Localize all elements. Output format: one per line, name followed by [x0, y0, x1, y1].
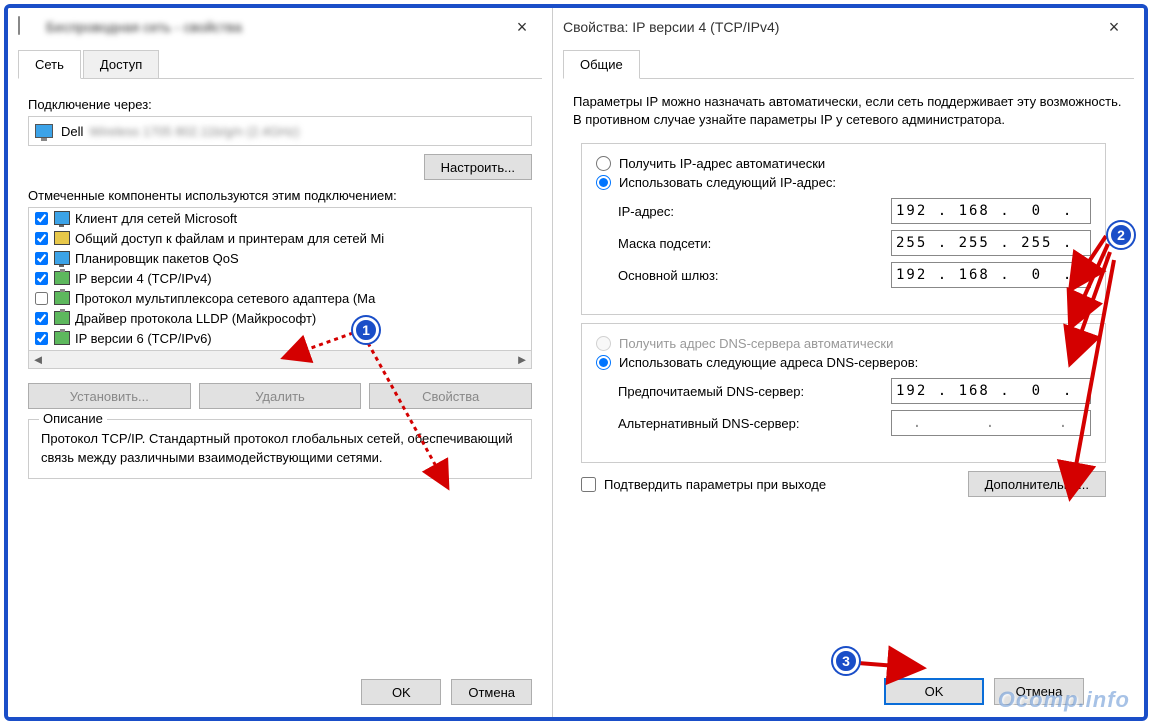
install-button[interactable]: Установить... [28, 383, 191, 409]
titlebar-right: Свойства: IP версии 4 (TCP/IPv4) × [553, 8, 1144, 46]
close-icon[interactable]: × [502, 17, 542, 38]
adapter-icon [54, 271, 70, 285]
ip-address-label: IP-адрес: [618, 204, 891, 219]
components-list[interactable]: Клиент для сетей Microsoft Общий доступ к… [28, 207, 532, 369]
component-item[interactable]: IP версии 4 (TCP/IPv4) [29, 268, 531, 288]
component-checkbox[interactable] [35, 292, 48, 305]
remove-button[interactable]: Удалить [199, 383, 362, 409]
dns2-label: Альтернативный DNS-сервер: [618, 416, 891, 431]
component-item[interactable]: Планировщик пакетов QoS [29, 248, 531, 268]
adapter-icon [54, 331, 70, 345]
component-item[interactable]: IP версии 6 (TCP/IPv6) [29, 328, 531, 348]
description-text: Протокол TCP/IP. Стандартный протокол гл… [41, 430, 519, 468]
info-text: Параметры IP можно назначать автоматичес… [573, 93, 1124, 129]
adapter-icon [54, 291, 70, 305]
tabs-left: Сеть Доступ [18, 46, 542, 79]
component-label: Протокол мультиплексора сетевого адаптер… [75, 291, 375, 306]
component-label: IP версии 6 (TCP/IPv6) [75, 331, 212, 346]
component-item[interactable]: Клиент для сетей Microsoft [29, 208, 531, 228]
adapter-icon [54, 311, 70, 325]
component-checkbox[interactable] [35, 332, 48, 345]
description-legend: Описание [39, 411, 107, 426]
green-icon [54, 211, 70, 225]
tab-general[interactable]: Общие [563, 50, 640, 79]
green-icon [54, 251, 70, 265]
gateway-label: Основной шлюз: [618, 268, 891, 283]
radio-manual-dns-label: Использовать следующие адреса DNS-сервер… [619, 355, 918, 370]
annotation-badge-1: 1 [353, 317, 379, 343]
tab-network[interactable]: Сеть [18, 50, 81, 79]
radio-manual-dns[interactable]: Использовать следующие адреса DNS-сервер… [596, 355, 1091, 370]
components-label: Отмеченные компоненты используются этим … [28, 188, 532, 203]
component-label: IP версии 4 (TCP/IPv4) [75, 271, 212, 286]
radio-auto-dns-label: Получить адрес DNS-сервера автоматически [619, 336, 893, 351]
annotation-badge-3: 3 [833, 648, 859, 674]
radio-manual-dns-input[interactable] [596, 355, 611, 370]
properties-button[interactable]: Свойства [369, 383, 532, 409]
tab-access[interactable]: Доступ [83, 50, 159, 79]
network-properties-dialog: Беспроводная сеть - свойства × Сеть Дост… [8, 8, 553, 717]
component-checkbox[interactable] [35, 312, 48, 325]
radio-manual-ip-input[interactable] [596, 175, 611, 190]
radio-manual-ip[interactable]: Использовать следующий IP-адрес: [596, 175, 1091, 190]
validate-checkbox[interactable] [581, 477, 596, 492]
component-label: Драйвер протокола LLDP (Майкрософт) [75, 311, 316, 326]
device-box: Dell Wireless 1705 802.11b/g/n (2.4GHz) [28, 116, 532, 146]
component-checkbox[interactable] [35, 212, 48, 225]
scroll-right-icon[interactable]: ► [513, 352, 531, 367]
adapter-icon [35, 124, 53, 138]
component-checkbox[interactable] [35, 272, 48, 285]
usb-icon [18, 17, 38, 37]
description-groupbox: Описание Протокол TCP/IP. Стандартный пр… [28, 419, 532, 479]
component-checkbox[interactable] [35, 232, 48, 245]
validate-label: Подтвердить параметры при выходе [604, 477, 826, 492]
component-item[interactable]: Драйвер протокола LLDP (Майкрософт) [29, 308, 531, 328]
watermark: Ocomp.info [998, 687, 1130, 713]
subnet-mask-label: Маска подсети: [618, 236, 891, 251]
radio-auto-ip[interactable]: Получить IP-адрес автоматически [596, 156, 1091, 171]
subnet-mask-input[interactable] [891, 230, 1091, 256]
advanced-button[interactable]: Дополнительно... [968, 471, 1106, 497]
radio-manual-ip-label: Использовать следующий IP-адрес: [619, 175, 836, 190]
gateway-input[interactable] [891, 262, 1091, 288]
annotation-badge-2: 2 [1108, 222, 1134, 248]
dns1-label: Предпочитаемый DNS-сервер: [618, 384, 891, 399]
dns-group: Получить адрес DNS-сервера автоматически… [581, 323, 1106, 463]
configure-button[interactable]: Настроить... [424, 154, 532, 180]
device-name-blurred: Wireless 1705 802.11b/g/n (2.4GHz) [89, 124, 299, 139]
radio-auto-dns-input [596, 336, 611, 351]
component-label: Общий доступ к файлам и принтерам для се… [75, 231, 384, 246]
dns1-input[interactable] [891, 378, 1091, 404]
radio-auto-ip-input[interactable] [596, 156, 611, 171]
component-checkbox[interactable] [35, 252, 48, 265]
radio-auto-ip-label: Получить IP-адрес автоматически [619, 156, 825, 171]
scroll-left-icon[interactable]: ◄ [29, 352, 47, 367]
device-name: Dell [61, 124, 83, 139]
ip-group: Получить IP-адрес автоматически Использо… [581, 143, 1106, 315]
titlebar-left: Беспроводная сеть - свойства × [8, 8, 552, 46]
ipv4-properties-dialog: Свойства: IP версии 4 (TCP/IPv4) × Общие… [553, 8, 1144, 717]
component-item[interactable]: Протокол мультиплексора сетевого адаптер… [29, 288, 531, 308]
window-title-right: Свойства: IP версии 4 (TCP/IPv4) [563, 19, 1094, 35]
connect-via-label: Подключение через: [28, 97, 532, 112]
window-title-left: Беспроводная сеть - свойства [46, 19, 502, 35]
component-label: Клиент для сетей Microsoft [75, 211, 237, 226]
horizontal-scrollbar[interactable]: ◄ ► [29, 350, 531, 368]
ok-button-left[interactable]: OK [361, 679, 441, 705]
tabs-right: Общие [563, 46, 1134, 79]
component-label: Планировщик пакетов QoS [75, 251, 239, 266]
yellow-icon [54, 231, 70, 245]
close-icon[interactable]: × [1094, 17, 1134, 38]
radio-auto-dns: Получить адрес DNS-сервера автоматически [596, 336, 1091, 351]
cancel-button-left[interactable]: Отмена [451, 679, 532, 705]
component-item[interactable]: Общий доступ к файлам и принтерам для се… [29, 228, 531, 248]
ip-address-input[interactable] [891, 198, 1091, 224]
ok-button-right[interactable]: OK [884, 678, 984, 705]
dns2-input[interactable] [891, 410, 1091, 436]
